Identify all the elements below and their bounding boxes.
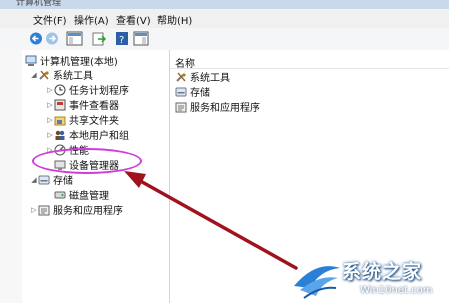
- watermark-logo-icon: [294, 266, 340, 299]
- watermark-url: Win10net.com: [360, 285, 433, 296]
- watermark: 系统之家 Win10net.com: [290, 254, 449, 303]
- watermark-title: 系统之家: [342, 261, 423, 283]
